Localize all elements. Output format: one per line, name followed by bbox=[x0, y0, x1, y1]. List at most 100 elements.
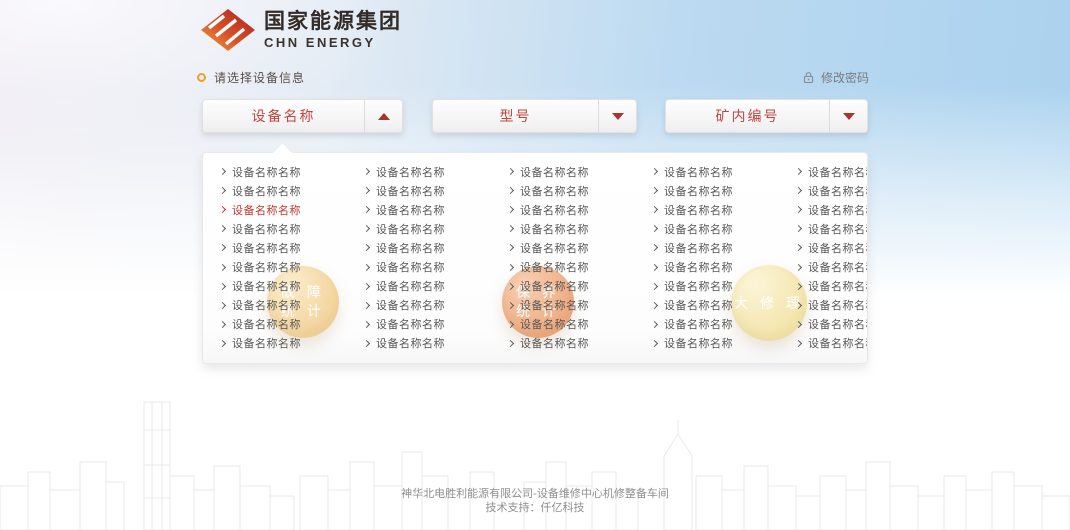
device-name-option[interactable]: 设备名称名称 bbox=[795, 296, 867, 315]
device-name-option[interactable]: 设备名称名称 bbox=[651, 296, 795, 315]
device-name-option[interactable]: 设备名称名称 bbox=[651, 238, 795, 257]
device-name-option[interactable]: 设备名称名称 bbox=[651, 334, 795, 353]
chevron-right-icon bbox=[651, 302, 658, 309]
device-name-option[interactable]: 设备名称名称 bbox=[795, 162, 867, 181]
device-name-option[interactable]: 设备名称名称 bbox=[363, 181, 507, 200]
device-name-option[interactable]: 设备名称名称 bbox=[219, 181, 363, 200]
device-name-option[interactable]: 设备名称名称 bbox=[219, 238, 363, 257]
chevron-right-icon bbox=[795, 187, 802, 194]
device-name-option[interactable]: 设备名称名称 bbox=[363, 238, 507, 257]
chevron-right-icon bbox=[795, 206, 802, 213]
device-name-option[interactable]: 设备名称名称 bbox=[795, 277, 867, 296]
chevron-right-icon bbox=[651, 263, 658, 270]
device-name-option[interactable]: 设备名称名称 bbox=[507, 315, 651, 334]
device-name-option[interactable]: 设备名称名称 bbox=[795, 257, 867, 276]
chevron-right-icon bbox=[219, 321, 226, 328]
arrow-down-icon bbox=[598, 100, 636, 132]
device-name-option[interactable]: 设备名称名称 bbox=[795, 315, 867, 334]
device-name-option[interactable]: 设备名称名称 bbox=[507, 181, 651, 200]
chevron-right-icon bbox=[507, 340, 514, 347]
prompt-label: 请选择设备信息 bbox=[214, 69, 305, 86]
device-name-option[interactable]: 设备名称名称 bbox=[219, 219, 363, 238]
device-name-option[interactable]: 设备名称名称 bbox=[507, 296, 651, 315]
filter-device-name-label: 设备名称 bbox=[203, 100, 364, 132]
chevron-right-icon bbox=[795, 321, 802, 328]
device-name-option[interactable]: 设备名称名称 bbox=[507, 238, 651, 257]
filter-mine-number-label: 矿内编号 bbox=[666, 100, 829, 132]
device-name-option[interactable]: 设备名称名称 bbox=[363, 200, 507, 219]
chevron-right-icon bbox=[651, 206, 658, 213]
change-password-label: 修改密码 bbox=[821, 69, 869, 86]
arrow-down-icon bbox=[829, 100, 867, 132]
device-name-option[interactable]: 设备名称名称 bbox=[363, 257, 507, 276]
chevron-right-icon bbox=[795, 263, 802, 270]
device-name-option[interactable]: 设备名称名称 bbox=[795, 219, 867, 238]
device-name-option[interactable]: 设备名称名称 bbox=[219, 334, 363, 353]
device-name-option[interactable]: 设备名称名称 bbox=[219, 200, 363, 219]
chevron-right-icon bbox=[507, 302, 514, 309]
device-name-option[interactable]: 设备名称名称 bbox=[507, 257, 651, 276]
chevron-right-icon bbox=[363, 283, 370, 290]
chevron-right-icon bbox=[219, 168, 226, 175]
filter-device-name-button[interactable]: 设备名称 bbox=[202, 99, 403, 133]
device-name-option[interactable]: 设备名称名称 bbox=[363, 162, 507, 181]
device-name-option[interactable]: 设备名称名称 bbox=[651, 257, 795, 276]
device-name-option[interactable]: 设备名称名称 bbox=[507, 277, 651, 296]
chevron-right-icon bbox=[363, 206, 370, 213]
chevron-right-icon bbox=[219, 187, 226, 194]
device-name-option[interactable]: 设备名称名称 bbox=[507, 219, 651, 238]
device-name-option[interactable]: 设备名称名称 bbox=[795, 334, 867, 353]
device-name-option[interactable]: 设备名称名称 bbox=[651, 181, 795, 200]
device-name-option[interactable]: 设备名称名称 bbox=[795, 181, 867, 200]
filter-mine-number-button[interactable]: 矿内编号 bbox=[665, 99, 868, 133]
chevron-right-icon bbox=[651, 225, 658, 232]
device-name-option[interactable]: 设备名称名称 bbox=[795, 200, 867, 219]
chevron-right-icon bbox=[219, 283, 226, 290]
dropdown-panel: 设备名称名称设备名称名称设备名称名称设备名称名称设备名称名称设备名称名称设备名称… bbox=[202, 152, 868, 364]
chevron-right-icon bbox=[363, 187, 370, 194]
chevron-right-icon bbox=[651, 340, 658, 347]
device-name-option[interactable]: 设备名称名称 bbox=[363, 315, 507, 334]
chevron-right-icon bbox=[795, 225, 802, 232]
chevron-right-icon bbox=[363, 168, 370, 175]
device-name-option[interactable]: 设备名称名称 bbox=[651, 162, 795, 181]
device-name-option[interactable]: 设备名称名称 bbox=[219, 162, 363, 181]
device-name-option[interactable]: 设备名称名称 bbox=[651, 200, 795, 219]
chevron-right-icon bbox=[507, 206, 514, 213]
device-name-option[interactable]: 设备名称名称 bbox=[507, 200, 651, 219]
chevron-right-icon bbox=[795, 283, 802, 290]
device-name-option[interactable]: 设备名称名称 bbox=[363, 334, 507, 353]
device-name-option[interactable]: 设备名称名称 bbox=[363, 277, 507, 296]
ring-icon bbox=[197, 73, 206, 82]
change-password-link[interactable]: 修改密码 bbox=[802, 69, 869, 86]
device-name-option[interactable]: 设备名称名称 bbox=[219, 296, 363, 315]
chevron-right-icon bbox=[219, 244, 226, 251]
device-name-option[interactable]: 设备名称名称 bbox=[795, 238, 867, 257]
chevron-right-icon bbox=[507, 225, 514, 232]
device-name-option[interactable]: 设备名称名称 bbox=[651, 315, 795, 334]
chevron-right-icon bbox=[795, 244, 802, 251]
device-name-option[interactable]: 设备名称名称 bbox=[363, 296, 507, 315]
device-name-option[interactable]: 设备名称名称 bbox=[651, 219, 795, 238]
device-name-option[interactable]: 设备名称名称 bbox=[219, 257, 363, 276]
filter-model-button[interactable]: 型号 bbox=[432, 99, 637, 133]
chevron-right-icon bbox=[363, 302, 370, 309]
chn-energy-logo: 国家能源集团 CHN ENERGY bbox=[200, 8, 402, 52]
device-name-option[interactable]: 设备名称名称 bbox=[507, 334, 651, 353]
footer-support: 技术支持：仟亿科技 bbox=[0, 499, 1070, 515]
device-name-option[interactable]: 设备名称名称 bbox=[219, 277, 363, 296]
chevron-right-icon bbox=[363, 244, 370, 251]
device-options-grid: 设备名称名称设备名称名称设备名称名称设备名称名称设备名称名称设备名称名称设备名称… bbox=[203, 153, 867, 363]
chevron-right-icon bbox=[363, 225, 370, 232]
chevron-right-icon bbox=[651, 283, 658, 290]
device-name-option[interactable]: 设备名称名称 bbox=[507, 162, 651, 181]
device-name-option[interactable]: 设备名称名称 bbox=[363, 219, 507, 238]
chevron-right-icon bbox=[507, 187, 514, 194]
chevron-right-icon bbox=[363, 321, 370, 328]
device-name-option[interactable]: 设备名称名称 bbox=[219, 315, 363, 334]
device-name-option[interactable]: 设备名称名称 bbox=[651, 277, 795, 296]
chevron-right-icon bbox=[507, 321, 514, 328]
chevron-right-icon bbox=[507, 283, 514, 290]
chevron-right-icon bbox=[507, 168, 514, 175]
select-device-prompt: 请选择设备信息 bbox=[197, 69, 305, 86]
